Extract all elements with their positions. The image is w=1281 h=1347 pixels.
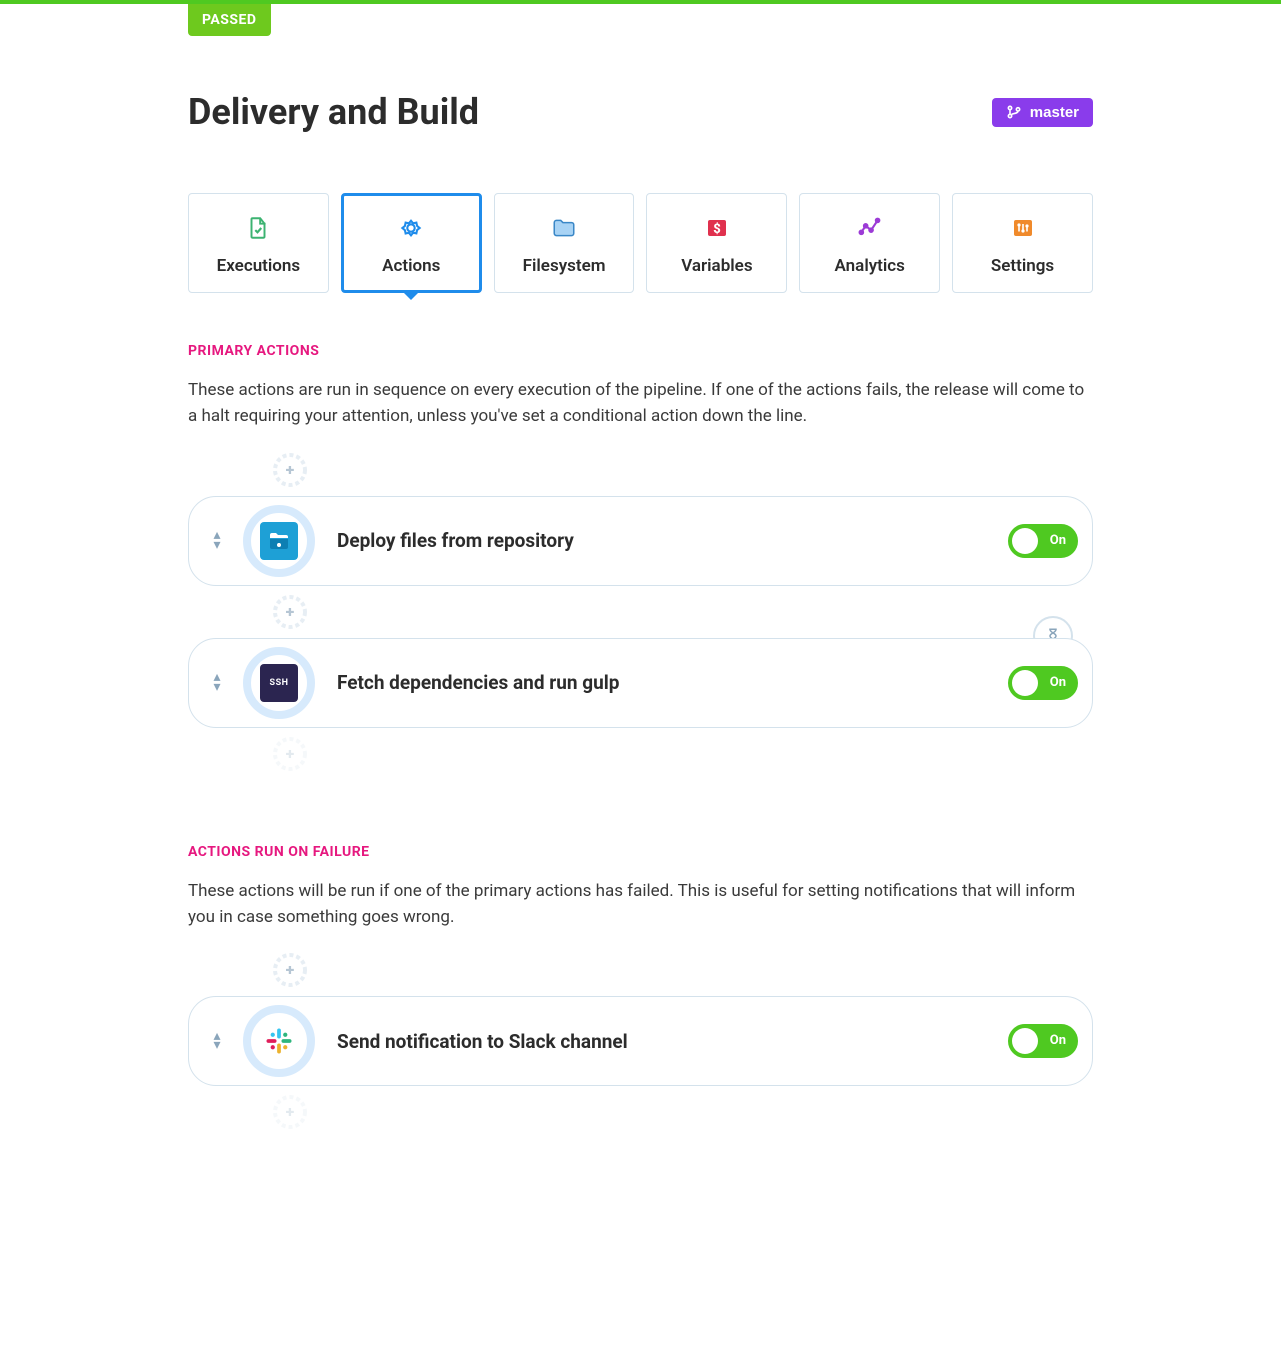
- action-toggle[interactable]: On: [1008, 524, 1078, 558]
- tabs: Executions Actions Filesystem: [188, 193, 1093, 293]
- svg-text:+: +: [286, 602, 295, 621]
- tab-executions[interactable]: Executions: [188, 193, 329, 293]
- failure-action-list: + ▴▾: [188, 950, 1093, 1132]
- svg-text:+: +: [286, 744, 295, 763]
- add-action-button[interactable]: +: [270, 734, 310, 774]
- add-action-button[interactable]: +: [270, 950, 310, 990]
- add-action-button[interactable]: +: [270, 450, 310, 490]
- svg-text:+: +: [286, 960, 295, 979]
- failure-section-desc: These actions will be run if one of the …: [188, 878, 1093, 931]
- branch-button[interactable]: master: [992, 98, 1093, 127]
- drag-handle-icon[interactable]: ▴▾: [207, 1032, 227, 1052]
- primary-action-list: + ▴▾ Deploy files from repository On: [188, 450, 1093, 774]
- tab-analytics[interactable]: Analytics: [799, 193, 940, 293]
- analytics-icon: [856, 214, 884, 242]
- tab-label: Variables: [681, 256, 752, 276]
- actions-icon: [397, 214, 425, 242]
- tab-actions[interactable]: Actions: [341, 193, 482, 293]
- toggle-state: On: [1050, 533, 1066, 548]
- slack-icon: [260, 1022, 298, 1060]
- action-row-slack[interactable]: ▴▾: [188, 996, 1093, 1086]
- action-label: Send notification to Slack channel: [337, 1030, 1008, 1053]
- action-label: Deploy files from repository: [337, 529, 1008, 552]
- tab-variables[interactable]: $ Variables: [646, 193, 787, 293]
- variables-icon: $: [703, 214, 731, 242]
- tab-label: Actions: [382, 256, 440, 276]
- svg-text:+: +: [286, 1102, 295, 1121]
- toggle-state: On: [1050, 1033, 1066, 1048]
- action-row-deploy[interactable]: ▴▾ Deploy files from repository On: [188, 496, 1093, 586]
- add-action-button[interactable]: +: [270, 592, 310, 632]
- add-action-button[interactable]: +: [270, 1092, 310, 1132]
- drag-handle-icon[interactable]: ▴▾: [207, 531, 227, 551]
- branch-icon: [1006, 104, 1022, 120]
- tab-filesystem[interactable]: Filesystem: [494, 193, 635, 293]
- action-icon-wrap: [243, 505, 315, 577]
- status-badge: PASSED: [188, 4, 271, 36]
- action-icon-wrap: SSH: [243, 647, 315, 719]
- svg-text:$: $: [713, 222, 721, 237]
- tab-label: Settings: [991, 256, 1054, 276]
- toggle-state: On: [1050, 675, 1066, 690]
- action-label: Fetch dependencies and run gulp: [337, 671, 1008, 694]
- settings-icon: [1009, 214, 1037, 242]
- page-title: Delivery and Build: [188, 91, 479, 133]
- action-icon-wrap: [243, 1005, 315, 1077]
- primary-section-desc: These actions are run in sequence on eve…: [188, 377, 1093, 430]
- action-toggle[interactable]: On: [1008, 666, 1078, 700]
- filesystem-icon: [550, 214, 578, 242]
- branch-label: master: [1030, 104, 1079, 121]
- tab-label: Analytics: [835, 256, 905, 276]
- tab-label: Executions: [217, 256, 301, 276]
- primary-section-heading: PRIMARY ACTIONS: [188, 343, 1093, 359]
- executions-icon: [244, 214, 272, 242]
- deploy-icon: [260, 522, 298, 560]
- failure-section-heading: ACTIONS RUN ON FAILURE: [188, 844, 1093, 860]
- svg-text:+: +: [286, 460, 295, 479]
- ssh-icon: SSH: [260, 664, 298, 702]
- action-toggle[interactable]: On: [1008, 1024, 1078, 1058]
- action-row-ssh[interactable]: ▴▾ SSH Fetch dependencies and run gulp O…: [188, 638, 1093, 728]
- tab-label: Filesystem: [523, 256, 606, 276]
- drag-handle-icon[interactable]: ▴▾: [207, 673, 227, 693]
- tab-settings[interactable]: Settings: [952, 193, 1093, 293]
